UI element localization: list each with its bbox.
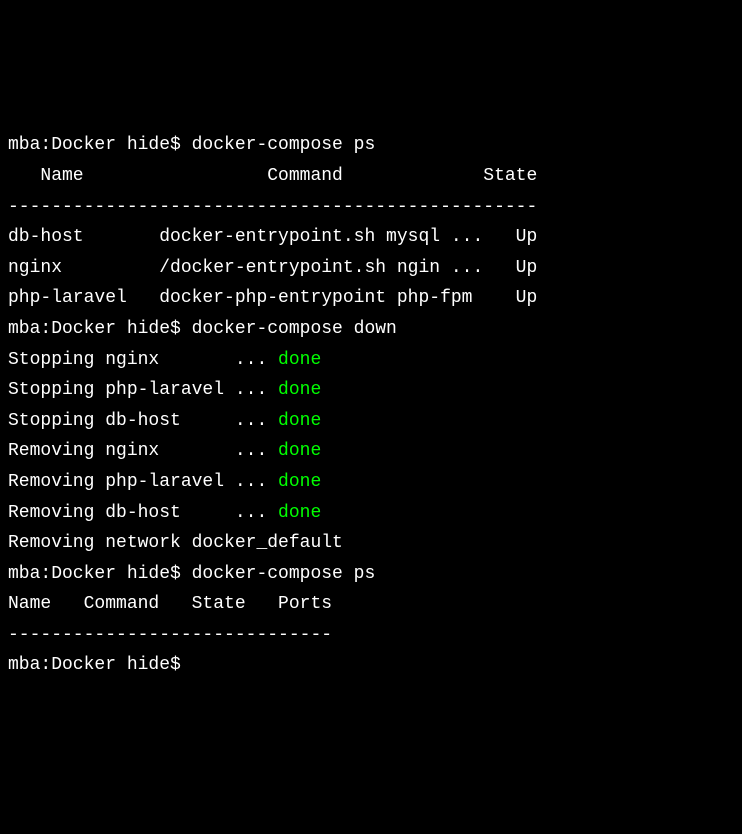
prompt-line[interactable]: mba:Docker hide$	[8, 655, 192, 675]
status-done: done	[278, 411, 321, 431]
operation-line: Stopping php-laravel ... done	[8, 380, 321, 400]
operation-line: Stopping nginx ... done	[8, 350, 321, 370]
status-done: done	[278, 503, 321, 523]
table-row: php-laravel docker-php-entrypoint php-fp…	[8, 288, 537, 308]
prompt-line: mba:Docker hide$ docker-compose ps	[8, 135, 375, 155]
table-header: Name Command State	[8, 166, 537, 186]
status-done: done	[278, 472, 321, 492]
operation-line: Removing nginx ... done	[8, 441, 321, 461]
prompt-line: mba:Docker hide$ docker-compose ps	[8, 564, 375, 584]
divider: ----------------------------------------…	[8, 197, 537, 217]
table-row: nginx /docker-entrypoint.sh ngin ... Up	[8, 258, 537, 278]
status-done: done	[278, 350, 321, 370]
operation-label: Removing php-laravel ...	[8, 472, 278, 492]
operation-line: Removing db-host ... done	[8, 503, 321, 523]
operation-label: Removing nginx ...	[8, 441, 278, 461]
operation-line: Removing php-laravel ... done	[8, 472, 321, 492]
terminal-output: mba:Docker hide$ docker-compose ps Name …	[8, 130, 734, 681]
operation-line: Stopping db-host ... done	[8, 411, 321, 431]
status-done: done	[278, 441, 321, 461]
operation-label: Stopping php-laravel ...	[8, 380, 278, 400]
status-done: done	[278, 380, 321, 400]
table-row: db-host docker-entrypoint.sh mysql ... U…	[8, 227, 537, 247]
operation-label: Stopping db-host ...	[8, 411, 278, 431]
divider: ------------------------------	[8, 625, 332, 645]
operation-label: Stopping nginx ...	[8, 350, 278, 370]
table-header: Name Command State Ports	[8, 594, 332, 614]
operation-label: Removing db-host ...	[8, 503, 278, 523]
prompt-line: mba:Docker hide$ docker-compose down	[8, 319, 397, 339]
network-line: Removing network docker_default	[8, 533, 343, 553]
